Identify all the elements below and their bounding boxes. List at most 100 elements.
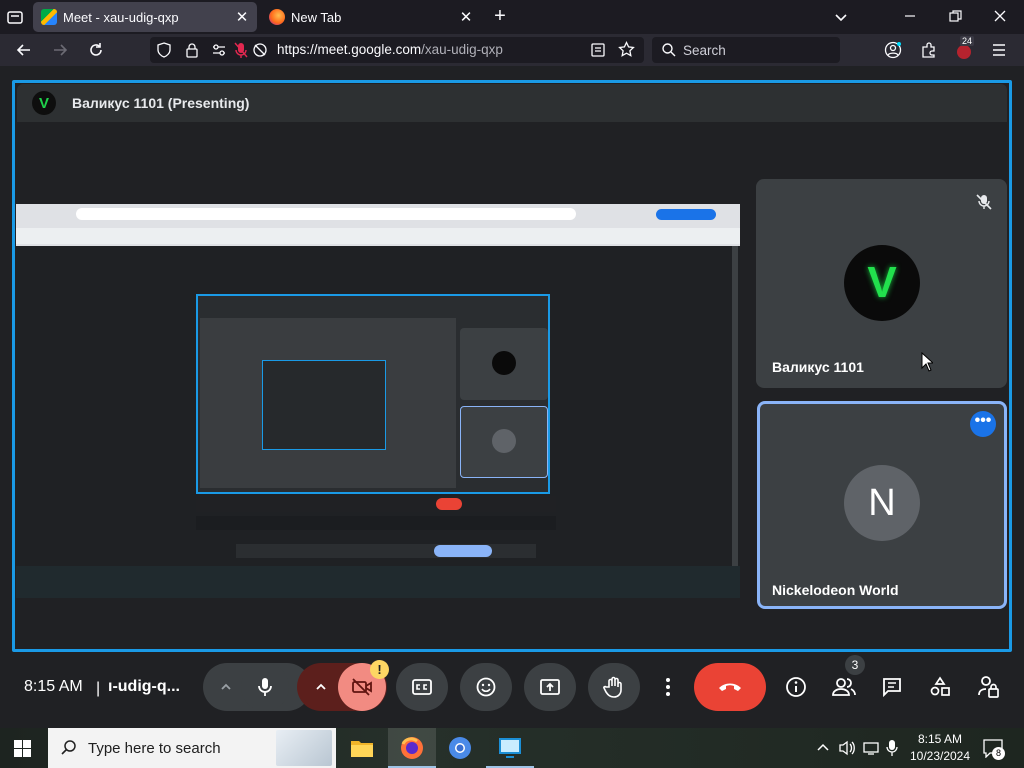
chat-icon xyxy=(883,678,901,698)
chromium-taskbar-icon[interactable] xyxy=(448,736,472,765)
url-path: /xau-udig-qxp xyxy=(421,42,503,57)
raise-hand-button[interactable] xyxy=(588,663,640,711)
tracking-shield-icon[interactable] xyxy=(156,42,172,63)
tab-new-tab[interactable]: New Tab ✕ xyxy=(261,2,481,32)
clock-separator: | xyxy=(96,680,101,697)
camera-off-icon xyxy=(352,678,372,696)
volume-icon[interactable] xyxy=(838,740,856,761)
reader-view-icon[interactable] xyxy=(590,42,606,63)
participant-avatar: V xyxy=(844,245,920,321)
remote-desktop-taskbar-icon[interactable] xyxy=(486,728,534,768)
taskbar-search-placeholder: Type here to search xyxy=(88,739,221,757)
shared-nested-inner xyxy=(262,360,386,450)
shared-avatar-n xyxy=(492,429,516,453)
app-menu-icon[interactable] xyxy=(991,42,1007,63)
bookmark-star-icon[interactable] xyxy=(618,40,635,63)
close-tab-icon[interactable]: ✕ xyxy=(235,8,249,26)
closed-captions-icon xyxy=(412,679,432,695)
minimize-window-icon[interactable] xyxy=(902,8,918,24)
tab-title: New Tab xyxy=(291,9,342,25)
taskbar-search-box[interactable]: Type here to search xyxy=(48,728,336,768)
shared-avatar-v xyxy=(492,351,516,375)
firefox-taskbar-icon[interactable] xyxy=(388,728,436,768)
meet-favicon-icon xyxy=(41,9,57,25)
tab-list-icon[interactable] xyxy=(6,8,24,26)
extension-addon-icon[interactable]: 24 xyxy=(955,36,977,61)
tab-title: Meet - xau-udig-qxp xyxy=(63,9,179,25)
account-icon[interactable] xyxy=(884,41,902,64)
activities-button[interactable] xyxy=(924,671,956,703)
microphone-tray-icon[interactable] xyxy=(886,739,898,762)
shared-tab-strip xyxy=(16,190,740,204)
permissions-icon[interactable] xyxy=(211,42,227,63)
extensions-puzzle-icon[interactable] xyxy=(920,41,938,64)
reactions-button[interactable] xyxy=(460,663,512,711)
participant-avatar: N xyxy=(844,465,920,541)
search-icon xyxy=(661,42,677,63)
microphone-icon xyxy=(258,678,272,696)
search-placeholder: Search xyxy=(683,43,726,58)
extension-badge: 24 xyxy=(960,36,975,46)
raise-hand-icon xyxy=(603,676,622,698)
list-all-tabs-icon[interactable] xyxy=(832,8,850,26)
more-options-button[interactable] xyxy=(652,663,684,711)
shared-inner-taskbar xyxy=(196,516,556,530)
host-controls-button[interactable] xyxy=(972,671,1004,703)
browser-nav-bar: https://meet.google.com/xau-udig-qxp Sea… xyxy=(0,34,1024,66)
info-icon xyxy=(786,677,806,697)
search-highlight-icon xyxy=(276,730,332,766)
restore-window-icon[interactable] xyxy=(947,8,963,24)
participant-name: Валикус 1101 xyxy=(772,359,864,375)
close-window-icon[interactable] xyxy=(992,8,1008,24)
leave-call-button[interactable] xyxy=(694,663,766,711)
video-options-button[interactable] xyxy=(301,663,341,711)
people-icon xyxy=(832,678,856,696)
end-call-icon xyxy=(719,683,741,691)
more-options-icon[interactable]: ••• xyxy=(970,411,996,437)
new-tab-button[interactable]: + xyxy=(489,5,511,27)
shared-url-field xyxy=(76,208,576,220)
meeting-code: ı-udig-q... xyxy=(108,678,180,695)
present-screen-button[interactable] xyxy=(524,663,576,711)
file-explorer-icon[interactable] xyxy=(350,738,374,763)
more-vertical-icon xyxy=(666,678,670,696)
url-host: https://meet.google.com xyxy=(277,42,422,57)
network-icon[interactable] xyxy=(862,740,880,761)
mouse-cursor-icon xyxy=(921,352,933,372)
taskbar-date[interactable]: 10/23/2024 xyxy=(904,749,976,763)
presenter-avatar: V xyxy=(32,91,56,115)
participant-name: Nickelodeon World xyxy=(772,582,899,598)
windows-start-icon[interactable] xyxy=(14,740,31,762)
microphone-sharing-icon[interactable] xyxy=(233,41,249,64)
search-box[interactable]: Search xyxy=(652,37,840,63)
camera-blocked-icon[interactable] xyxy=(252,42,268,63)
close-tab-icon[interactable]: ✕ xyxy=(459,8,473,26)
chevron-up-icon xyxy=(316,683,326,690)
warning-badge: ! xyxy=(370,660,389,679)
taskbar-time[interactable]: 8:15 AM xyxy=(912,732,968,746)
presenter-title: Валикус 1101 (Presenting) xyxy=(72,95,250,111)
reload-icon[interactable] xyxy=(83,38,109,62)
participant-tile-valikus[interactable]: V Валикус 1101 xyxy=(756,179,1007,388)
audio-options-button[interactable] xyxy=(208,663,244,711)
meeting-clock: 8:15 AM xyxy=(24,678,83,695)
forward-arrow-icon[interactable] xyxy=(47,38,73,62)
windows-taskbar: Type here to search 8:15 AM 10/23/2024 8 xyxy=(0,728,1024,768)
show-hidden-icons-icon[interactable] xyxy=(816,741,830,760)
notifications-icon[interactable]: 8 xyxy=(982,738,1006,760)
shared-notice-button xyxy=(434,545,492,557)
people-button[interactable] xyxy=(828,671,860,703)
meeting-details-button[interactable] xyxy=(780,671,812,703)
lock-icon[interactable] xyxy=(184,42,200,63)
notification-count-badge: 8 xyxy=(992,747,1005,760)
url-bar[interactable]: https://meet.google.com/xau-udig-qxp xyxy=(150,37,644,63)
tab-meet[interactable]: Meet - xau-udig-qxp ✕ xyxy=(33,2,257,32)
url-text[interactable]: https://meet.google.com/xau-udig-qxp xyxy=(277,42,503,57)
back-arrow-icon[interactable] xyxy=(11,38,37,62)
chat-button[interactable] xyxy=(876,671,908,703)
participant-tile-nickelodeon[interactable]: ••• N Nickelodeon World xyxy=(757,401,1007,609)
microphone-button[interactable] xyxy=(241,663,289,711)
firefox-favicon-icon xyxy=(269,9,285,25)
captions-button[interactable] xyxy=(396,663,448,711)
shared-scrollbar xyxy=(732,246,738,566)
